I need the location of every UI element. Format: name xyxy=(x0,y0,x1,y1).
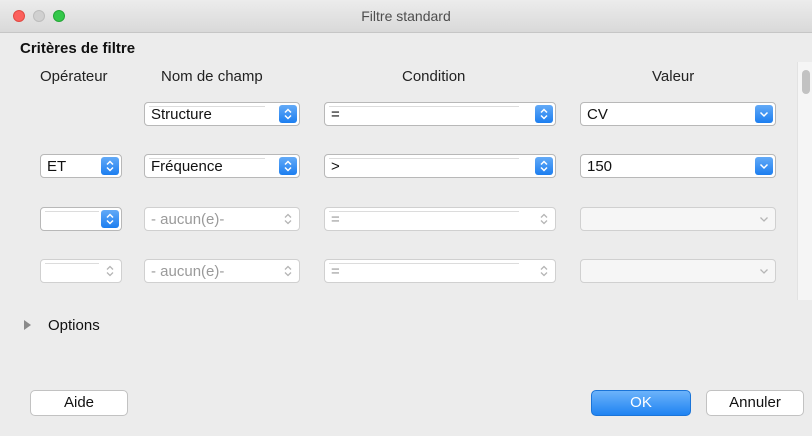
condition-value-row-1: = xyxy=(331,106,340,123)
value-combo-row-1[interactable]: CV xyxy=(580,102,776,126)
options-label: Options xyxy=(48,317,100,334)
value-value-row-2: 150 xyxy=(587,158,613,175)
updown-chevron-icon[interactable] xyxy=(535,157,553,175)
chevron-down-icon xyxy=(755,210,773,228)
condition-value-row-4: = xyxy=(331,263,340,280)
operator-select-row-4 xyxy=(40,259,122,283)
window-title: Filtre standard xyxy=(361,8,451,24)
field-select-row-4: - aucun(e)- xyxy=(144,259,300,283)
value-combo-row-4 xyxy=(580,259,776,283)
updown-chevron-icon[interactable] xyxy=(279,105,297,123)
value-combo-row-2[interactable]: 150 xyxy=(580,154,776,178)
chevron-down-icon xyxy=(755,262,773,280)
title-bar: Filtre standard xyxy=(0,0,812,33)
help-button[interactable]: Aide xyxy=(30,390,128,416)
field-select-row-1[interactable]: Structure xyxy=(144,102,300,126)
condition-select-row-3: = xyxy=(324,207,556,231)
header-field-name: Nom de champ xyxy=(161,68,263,85)
condition-value-row-3: = xyxy=(331,211,340,228)
field-value-row-2: Fréquence xyxy=(151,158,223,175)
operator-select-row-2[interactable]: ET xyxy=(40,154,122,178)
updown-chevron-icon[interactable] xyxy=(101,157,119,175)
updown-chevron-icon xyxy=(535,262,553,280)
operator-value-row-2: ET xyxy=(47,158,67,175)
ok-button[interactable]: OK xyxy=(591,390,691,416)
field-value-row-1: Structure xyxy=(151,106,212,123)
updown-chevron-icon[interactable] xyxy=(279,157,297,175)
value-combo-row-3 xyxy=(580,207,776,231)
updown-chevron-icon[interactable] xyxy=(101,210,119,228)
field-value-row-4: - aucun(e)- xyxy=(151,263,225,280)
updown-chevron-icon[interactable] xyxy=(535,105,553,123)
operator-select-row-3[interactable] xyxy=(40,207,122,231)
updown-chevron-icon xyxy=(101,262,119,280)
chevron-down-icon[interactable] xyxy=(755,157,773,175)
header-value: Valeur xyxy=(652,68,695,85)
field-select-row-2[interactable]: Fréquence xyxy=(144,154,300,178)
updown-chevron-icon xyxy=(535,210,553,228)
condition-select-row-1[interactable]: = xyxy=(324,102,556,126)
updown-chevron-icon xyxy=(279,210,297,228)
header-condition: Condition xyxy=(402,68,466,85)
disclosure-triangle-icon[interactable] xyxy=(24,320,31,330)
filter-dialog: Filtre standard Critères de filtre Opéra… xyxy=(0,0,812,436)
condition-select-row-2[interactable]: > xyxy=(324,154,556,178)
cancel-button[interactable]: Annuler xyxy=(706,390,804,416)
header-operator: Opérateur xyxy=(40,68,108,85)
updown-chevron-icon xyxy=(279,262,297,280)
scrollbar-thumb[interactable] xyxy=(802,70,810,94)
field-value-row-3: - aucun(e)- xyxy=(151,211,225,228)
criteria-scrollbar[interactable] xyxy=(797,62,812,300)
condition-select-row-4: = xyxy=(324,259,556,283)
field-select-row-3: - aucun(e)- xyxy=(144,207,300,231)
chevron-down-icon[interactable] xyxy=(755,105,773,123)
condition-value-row-2: > xyxy=(331,158,340,175)
section-title: Critères de filtre xyxy=(20,40,136,57)
value-value-row-1: CV xyxy=(587,106,608,123)
